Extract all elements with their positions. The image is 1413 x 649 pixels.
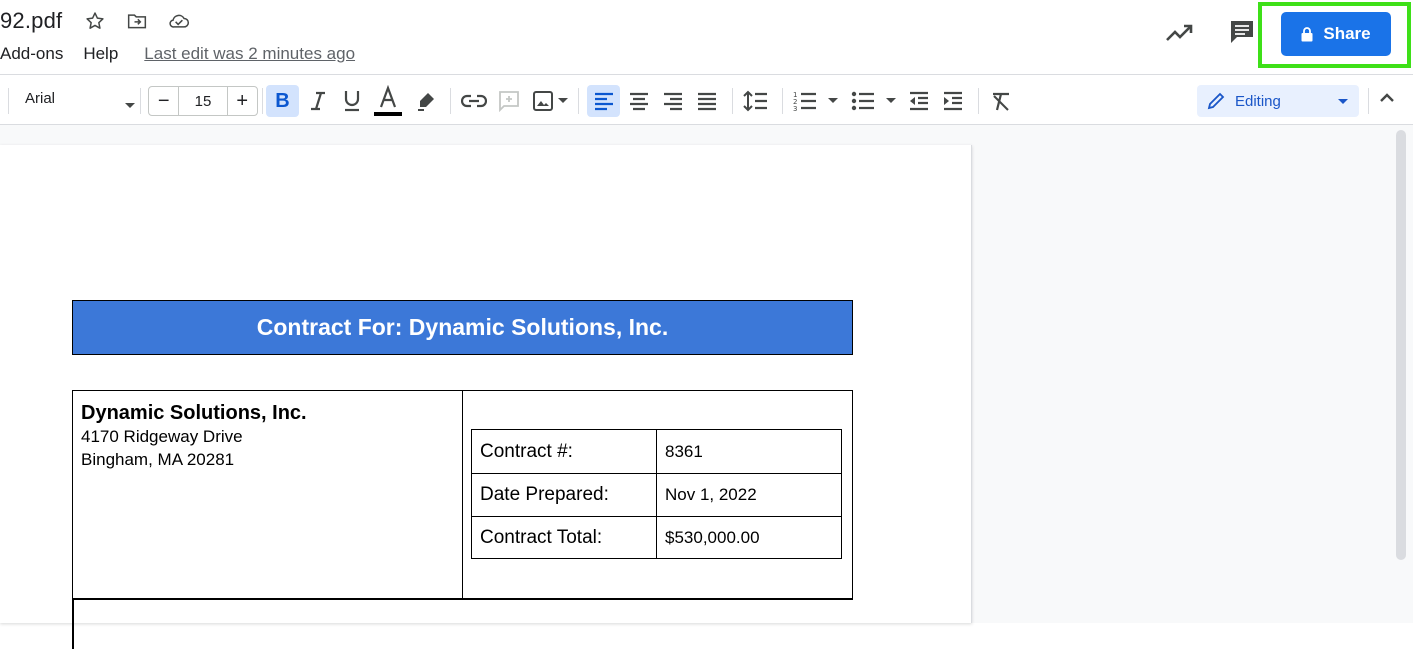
- decrease-indent-icon[interactable]: [906, 87, 932, 115]
- divider: [262, 88, 263, 114]
- detail-label: Contract Total:: [472, 517, 657, 559]
- divider: [578, 88, 579, 114]
- bulleted-list-icon[interactable]: [850, 87, 876, 115]
- cloud-status-icon[interactable]: [168, 10, 190, 32]
- move-folder-icon[interactable]: [126, 10, 148, 32]
- divider: [782, 88, 783, 114]
- chevron-down-icon[interactable]: [556, 87, 570, 115]
- next-table-edge: [72, 599, 853, 649]
- align-center-icon[interactable]: [626, 87, 652, 115]
- document-page[interactable]: Contract For: Dynamic Solutions, Inc. Dy…: [0, 145, 972, 649]
- decrease-font-size-button[interactable]: −: [149, 87, 178, 115]
- align-left-button[interactable]: [587, 85, 620, 117]
- lock-icon: [1301, 26, 1313, 41]
- editing-mode-select[interactable]: Editing: [1197, 85, 1359, 117]
- clear-formatting-icon[interactable]: [988, 87, 1014, 115]
- font-size-stepper: − 15 +: [148, 86, 258, 116]
- chevron-down-icon[interactable]: [826, 87, 840, 115]
- menu-add-ons[interactable]: Add-ons: [0, 44, 63, 64]
- line-spacing-icon[interactable]: [742, 87, 770, 115]
- increase-indent-icon[interactable]: [940, 87, 966, 115]
- contract-title-banner: Contract For: Dynamic Solutions, Inc.: [72, 300, 853, 355]
- table-row: Contract Total: $530,000.00: [472, 516, 841, 559]
- document-title[interactable]: 92.pdf: [0, 8, 62, 34]
- address-line-1: 4170 Ridgeway Drive: [81, 427, 243, 446]
- comment-history-icon[interactable]: [1228, 18, 1258, 48]
- detail-label: Date Prepared:: [472, 474, 657, 516]
- chevron-down-icon: [1338, 99, 1348, 104]
- document-canvas: Contract For: Dynamic Solutions, Inc. Dy…: [0, 125, 1413, 649]
- align-left-icon: [595, 92, 613, 111]
- pencil-icon: [1207, 92, 1225, 110]
- highlight-color-icon[interactable]: [414, 87, 438, 115]
- insert-image-icon[interactable]: [530, 87, 556, 115]
- company-name: Dynamic Solutions, Inc.: [81, 402, 307, 424]
- menu-help[interactable]: Help: [83, 44, 118, 64]
- insert-link-icon[interactable]: [460, 87, 488, 115]
- contract-info-table: Dynamic Solutions, Inc. 4170 Ridgeway Dr…: [72, 390, 853, 599]
- title-icons: [84, 10, 190, 32]
- svg-text:3: 3: [793, 105, 797, 112]
- address-line-2: Bingham, MA 20281: [81, 450, 235, 469]
- font-family-select[interactable]: Arial: [25, 90, 55, 107]
- divider: [978, 88, 979, 114]
- share-label: Share: [1323, 24, 1371, 43]
- vertical-scrollbar[interactable]: [1396, 130, 1406, 560]
- divider: [1368, 88, 1369, 114]
- numbered-list-icon[interactable]: 123: [792, 87, 818, 115]
- top-bar: 92.pdf Add-ons Help Last edit was 2 minu…: [0, 0, 1413, 74]
- italic-icon[interactable]: [306, 87, 330, 115]
- align-right-icon[interactable]: [660, 87, 686, 115]
- text-color-icon[interactable]: [374, 84, 402, 118]
- activity-trend-icon[interactable]: [1164, 20, 1194, 48]
- detail-value: Nov 1, 2022: [665, 485, 757, 504]
- divider: [140, 88, 141, 114]
- add-comment-icon[interactable]: [496, 87, 522, 115]
- divider: [732, 88, 733, 114]
- underline-icon[interactable]: [340, 87, 364, 115]
- chevron-down-icon[interactable]: [884, 87, 898, 115]
- last-edit-link[interactable]: Last edit was 2 minutes ago: [144, 44, 355, 64]
- share-button[interactable]: Share: [1281, 12, 1391, 56]
- bold-button[interactable]: B: [266, 85, 299, 117]
- editing-mode-label: Editing: [1235, 92, 1281, 110]
- detail-value: $530,000.00: [665, 528, 760, 547]
- justify-icon[interactable]: [694, 87, 720, 115]
- menu-bar: Add-ons Help Last edit was 2 minutes ago: [0, 44, 355, 64]
- divider: [450, 88, 451, 114]
- font-size-input[interactable]: 15: [178, 87, 228, 115]
- table-row: Date Prepared: Nov 1, 2022: [472, 473, 841, 516]
- chevron-up-icon[interactable]: [1378, 91, 1396, 110]
- detail-value: 8361: [665, 441, 703, 461]
- company-address-cell: Dynamic Solutions, Inc. 4170 Ridgeway Dr…: [73, 391, 463, 598]
- contract-details-table: Contract #: 8361 Date Prepared: Nov 1, 2…: [471, 429, 842, 559]
- detail-label: Contract #:: [472, 430, 657, 473]
- star-icon[interactable]: [84, 10, 106, 32]
- table-row: Contract #: 8361: [472, 430, 841, 473]
- chevron-down-icon[interactable]: [124, 97, 136, 115]
- increase-font-size-button[interactable]: +: [228, 87, 257, 115]
- divider: [8, 88, 9, 114]
- formatting-toolbar: Arial − 15 + B 1 2 3 Editing: [0, 74, 1413, 125]
